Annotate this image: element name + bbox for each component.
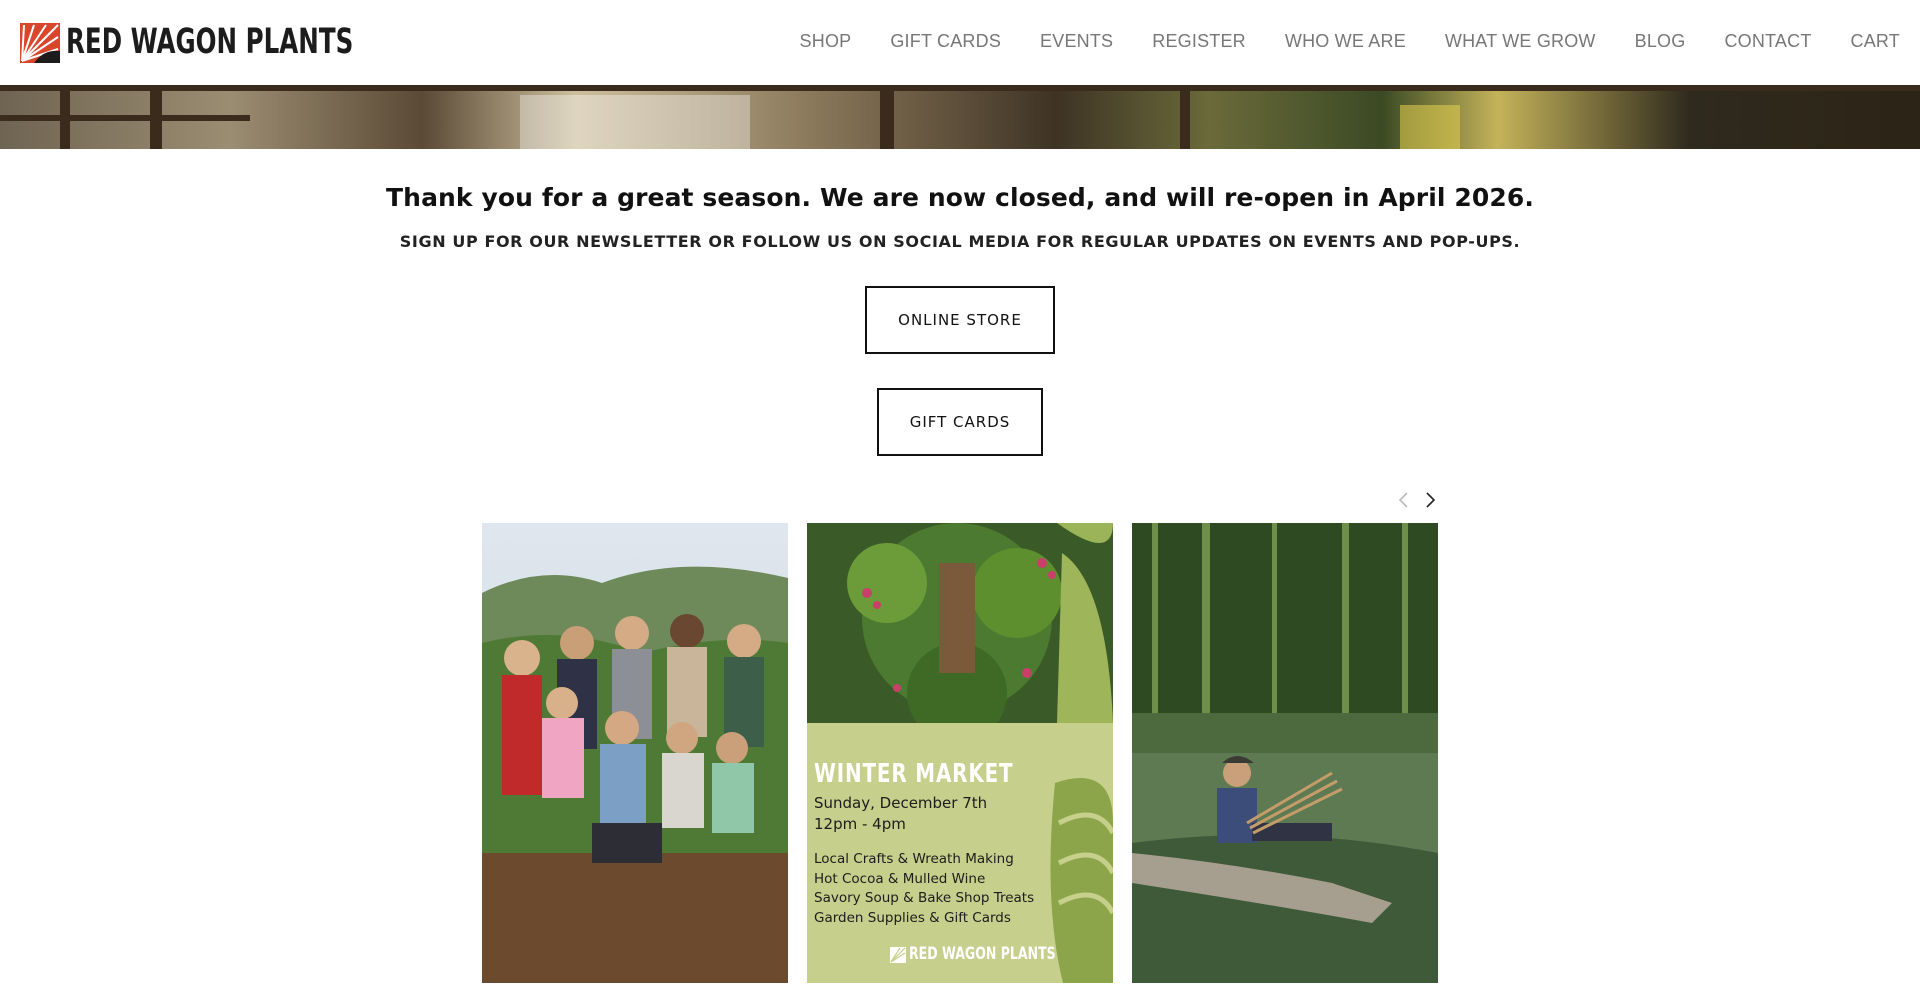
poster-item: Garden Supplies & Gift Cards (814, 910, 1011, 926)
sunburst-logo-icon (20, 22, 60, 63)
nav-shop[interactable]: SHOP (800, 31, 852, 52)
nav-events[interactable]: EVENTS (1040, 31, 1113, 52)
hero-light (520, 95, 750, 149)
poster-item: Savory Soup & Bake Shop Treats (814, 890, 1035, 906)
hero-beam (0, 85, 1920, 91)
hero-beam (1180, 85, 1190, 149)
poster-title: WINTER MARKET (814, 759, 1014, 789)
poster-logo-icon (890, 947, 906, 963)
online-store-button[interactable]: ONLINE STORE (865, 286, 1055, 354)
nav-gift-cards[interactable]: GIFT CARDS (890, 31, 1001, 52)
poster-date: Sunday, December 7th (814, 794, 988, 812)
chevron-right-icon[interactable] (1420, 490, 1440, 510)
carousel-item-group-photo[interactable] (482, 523, 788, 983)
gift-cards-button[interactable]: GIFT CARDS (877, 388, 1043, 456)
site-header: RED WAGON PLANTS SHOP GIFT CARDS EVENTS … (0, 0, 1920, 85)
nav-cart[interactable]: CART (1851, 31, 1900, 52)
nav-register[interactable]: REGISTER (1152, 31, 1246, 52)
nav-contact[interactable]: CONTACT (1724, 31, 1811, 52)
hero-beam (0, 115, 250, 121)
carousel-item-basket-weaving-photo[interactable] (1132, 523, 1438, 983)
newsletter-subline: SIGN UP FOR OUR NEWSLETTER OR FOLLOW US … (399, 232, 1521, 251)
group-photo-image (482, 523, 788, 983)
season-closed-headline: Thank you for a great season. We are now… (386, 183, 1534, 212)
poster-time: 12pm - 4pm (814, 815, 906, 833)
carousel-item-winter-market-poster[interactable]: WINTER MARKET Sunday, December 7th 12pm … (807, 523, 1113, 983)
logo-text: RED WAGON PLANTS (66, 22, 354, 62)
nav-blog[interactable]: BLOG (1635, 31, 1686, 52)
hero-beam (880, 85, 894, 149)
nav-who-we-are[interactable]: WHO WE ARE (1285, 31, 1406, 52)
logo[interactable]: RED WAGON PLANTS (20, 20, 434, 65)
hero-flowers (1400, 105, 1460, 149)
hero-banner-image (0, 85, 1920, 149)
poster-item: Hot Cocoa & Mulled Wine (814, 871, 986, 887)
main-nav: SHOP GIFT CARDS EVENTS REGISTER WHO WE A… (761, 31, 1900, 52)
poster-brand: RED WAGON PLANTS (909, 944, 1056, 964)
poster-item: Local Crafts & Wreath Making (814, 851, 1014, 867)
chevron-left-icon[interactable] (1394, 490, 1414, 510)
nav-what-we-grow[interactable]: WHAT WE GROW (1445, 31, 1596, 52)
basket-weaving-image (1132, 523, 1438, 983)
